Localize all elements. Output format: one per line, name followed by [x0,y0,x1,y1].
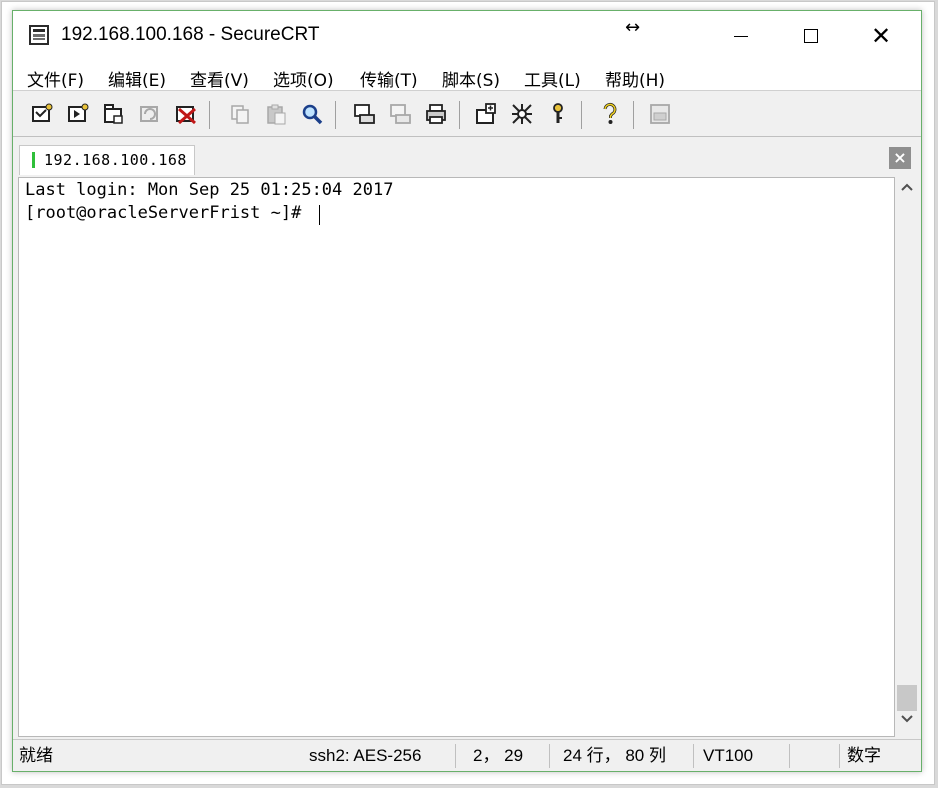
sftp-icon[interactable] [647,101,673,127]
scrollbar-thumb[interactable] [897,685,917,711]
session-tab-label: 192.168.100.168 [44,151,187,169]
paste-icon[interactable] [263,101,289,127]
global-options-icon[interactable] [509,101,535,127]
print-screen-icon[interactable] [351,101,377,127]
print-icon[interactable] [423,101,449,127]
session-tab[interactable]: 192.168.100.168 [19,145,195,175]
connect-icon[interactable] [29,101,55,127]
status-ready: 就绪 [19,746,53,765]
menu-transfer[interactable]: 传输(T) [360,66,418,91]
menu-bar: 文件(F) 编辑(E) 查看(V) 选项(O) 传输(T) 脚本(S) 工具(L… [13,61,921,91]
status-numlock: 数字 [847,746,881,765]
menu-view[interactable]: 查看(V) [190,66,249,91]
close-button[interactable]: ✕ [849,11,913,61]
session-tab-strip: 192.168.100.168 × [13,137,921,177]
session-options-icon[interactable] [473,101,499,127]
close-tab-icon[interactable]: × [889,147,911,169]
terminal-line: Last login: Mon Sep 25 01:25:04 2017 [25,180,394,200]
print-selection-icon[interactable] [387,101,413,127]
minimize-icon [734,35,748,37]
connect-in-tab-icon[interactable] [101,101,127,127]
keymap-icon[interactable] [545,101,571,127]
reconnect-icon[interactable] [137,101,163,127]
vertical-scrollbar[interactable] [895,177,919,737]
scroll-down-icon[interactable] [895,711,919,733]
resize-cursor-icon: ↔ [625,17,641,38]
status-emulation: VT100 [703,746,754,765]
menu-script[interactable]: 脚本(S) [442,66,500,91]
quick-connect-icon[interactable] [65,101,91,127]
window-title: 192.168.100.168 - SecureCRT [61,24,320,45]
title-bar[interactable]: 192.168.100.168 - SecureCRT ↔ ✕ [13,11,921,61]
disconnect-icon[interactable] [173,101,199,127]
terminal-area[interactable]: Last login: Mon Sep 25 01:25:04 2017 [ro… [18,177,895,737]
status-cipher: ssh2: AES-256 [309,746,422,765]
help-icon[interactable] [597,101,623,127]
connected-status-icon [32,152,35,168]
find-icon[interactable] [299,101,325,127]
maximize-button[interactable] [779,11,843,61]
scroll-up-icon[interactable] [895,181,919,203]
minimize-button[interactable] [709,11,773,61]
copy-icon[interactable] [227,101,253,127]
screenshot-frame: 192.168.100.168 - SecureCRT ↔ ✕ 文件(F) 编辑… [1,1,935,785]
terminal-line: [root@oracleServerFrist ~]# [25,203,302,223]
status-cursor-position: 2， 29 [473,746,524,765]
menu-help[interactable]: 帮助(H) [605,66,665,91]
menu-edit[interactable]: 编辑(E) [108,66,166,91]
status-bar: 就绪 ssh2: AES-256 2， 29 24 行， 80 列 VT100 … [13,739,921,771]
terminal-cursor [319,205,320,225]
toolbar [13,91,921,137]
status-terminal-size: 24 行， 80 列 [563,746,666,765]
menu-options[interactable]: 选项(O) [273,66,334,91]
menu-file[interactable]: 文件(F) [27,66,84,91]
securecrt-window: 192.168.100.168 - SecureCRT ↔ ✕ 文件(F) 编辑… [12,10,922,772]
close-icon: ✕ [870,22,892,50]
securecrt-app-icon [29,25,49,45]
menu-tools[interactable]: 工具(L) [524,66,581,91]
maximize-icon [804,29,818,43]
